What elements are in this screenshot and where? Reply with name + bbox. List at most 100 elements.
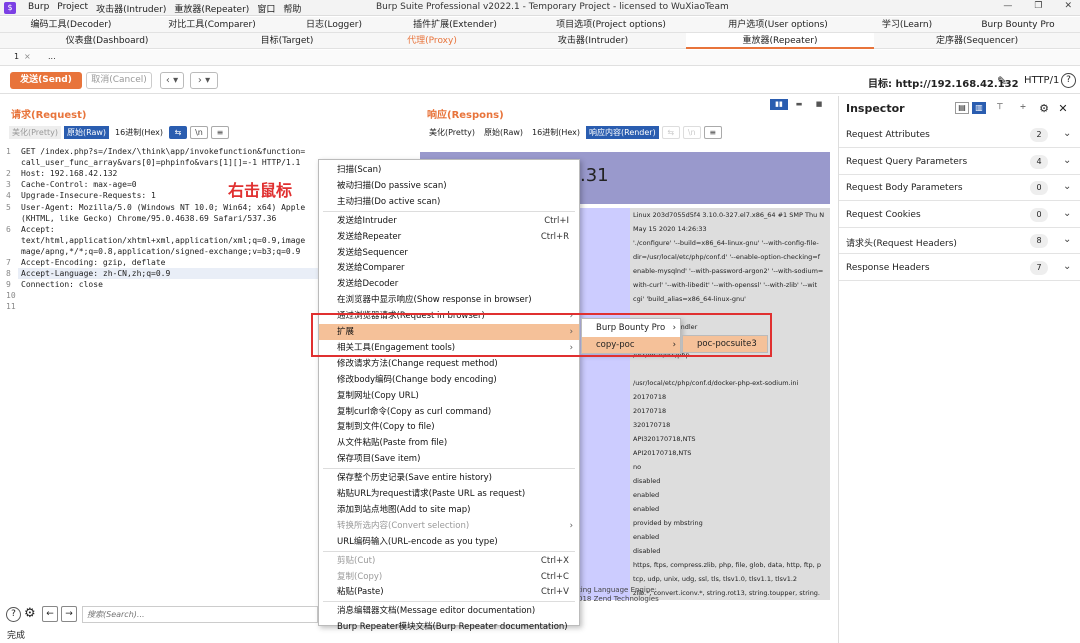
context-menu-item[interactable]: 主动扫描(Do active scan) — [319, 194, 579, 210]
tab-dashboard[interactable]: 仪表盘(Dashboard) — [65, 33, 149, 49]
layout-side-by-side-icon[interactable]: ▮▮ — [770, 99, 788, 110]
inspector-section[interactable]: 请求头(Request Headers) 8 ⌄ — [839, 228, 1080, 254]
align-top-icon[interactable]: ⊤ — [989, 102, 1011, 115]
request-line[interactable]: Accept: — [21, 224, 55, 235]
newline-icon[interactable]: \n — [190, 126, 208, 139]
tab-repeater[interactable]: 重放器(Repeater) — [686, 33, 874, 49]
pencil-icon[interactable]: ✎ — [997, 74, 1007, 88]
request-line[interactable]: Accept-Encoding: gzip, deflate — [21, 257, 166, 268]
request-pretty-tab[interactable]: 美化(Pretty) — [9, 126, 61, 139]
context-menu-item[interactable]: 修改请求方法(Change request method) — [319, 356, 579, 372]
tab-logger[interactable]: 日志(Logger) — [305, 17, 363, 33]
chevron-down-icon[interactable]: ⌄ — [1063, 155, 1071, 166]
subtab-new[interactable]: ... — [48, 52, 56, 61]
inspector-section[interactable]: Request Cookies 0 ⌄ — [839, 202, 1080, 228]
subtab-1[interactable]: 1 — [14, 52, 19, 61]
context-menu-item[interactable]: URL编码输入(URL-encode as you type) — [319, 534, 579, 550]
context-menu-item[interactable]: 被动扫描(Do passive scan) — [319, 178, 579, 194]
chevron-down-icon[interactable]: ⌄ — [1063, 208, 1071, 219]
request-line[interactable]: User-Agent: Mozilla/5.0 (Windows NT 10.0… — [21, 202, 305, 213]
inspector-section[interactable]: Response Headers 7 ⌄ — [839, 255, 1080, 281]
request-hex-tab[interactable]: 16进制(Hex) — [112, 126, 166, 139]
request-line[interactable]: GET /index.php?s=/Index/\think\app/invok… — [21, 146, 305, 157]
context-menu-item[interactable]: 复制curl命令(Copy as curl command) — [319, 404, 579, 420]
chevron-down-icon[interactable]: ⌄ — [1063, 261, 1071, 272]
request-line[interactable]: Upgrade-Insecure-Requests: 1 — [21, 190, 156, 201]
request-line[interactable]: text/html,application/xhtml+xml,applicat… — [21, 235, 305, 246]
tab-learn[interactable]: 学习(Learn) — [880, 17, 934, 33]
menu-intruder[interactable]: 攻击器(Intruder) — [96, 2, 166, 15]
help-icon[interactable]: ? — [6, 607, 21, 622]
chevron-down-icon[interactable]: ⌄ — [1063, 234, 1071, 245]
tab-intruder[interactable]: 攻击器(Intruder) — [555, 33, 631, 49]
chevron-down-icon[interactable]: ⌄ — [1063, 128, 1071, 139]
gear-icon[interactable]: ⚙ — [1035, 102, 1053, 115]
wrap-icon[interactable]: ⇆ — [169, 126, 187, 139]
menu-repeater[interactable]: 重放器(Repeater) — [174, 2, 249, 15]
request-raw-tab[interactable]: 原始(Raw) — [63, 126, 110, 139]
tab-decoder[interactable]: 编码工具(Decoder) — [30, 17, 112, 33]
cancel-button[interactable]: 取消(Cancel) — [86, 72, 152, 89]
request-line[interactable]: Host: 192.168.42.132 — [21, 168, 117, 179]
context-menu-item[interactable]: 在浏览器中显示响应(Show response in browser) — [319, 292, 579, 308]
menu-help[interactable]: 帮助 — [283, 2, 301, 15]
request-editor[interactable]: 1 GET /index.php?s=/Index/\think\app/invo… — [0, 144, 340, 604]
menu-icon[interactable]: ≡ — [703, 126, 722, 139]
http-version[interactable]: HTTP/1 — [1024, 75, 1059, 86]
inspector-section[interactable]: Request Attributes 2 ⌄ — [839, 122, 1080, 148]
search-input[interactable] — [82, 606, 318, 623]
request-line[interactable]: mage/apng,*/*;q=0.8,application/signed-e… — [21, 246, 300, 257]
align-center-icon[interactable]: ÷ — [1014, 102, 1032, 115]
request-line[interactable]: Connection: close — [21, 279, 103, 290]
context-menu-item[interactable]: 发送给Sequencer — [319, 245, 579, 261]
menu-window[interactable]: 窗口 — [257, 2, 275, 15]
response-hex-tab[interactable]: 16进制(Hex) — [529, 126, 583, 139]
target-label[interactable]: 目标: http://192.168.42.132 — [868, 75, 1019, 90]
inspector-section[interactable]: Request Query Parameters 4 ⌄ — [839, 149, 1080, 175]
arrow-left-icon[interactable]: ← — [42, 606, 58, 622]
tab-burp-bounty-pro[interactable]: Burp Bounty Pro — [980, 17, 1056, 33]
response-raw-tab[interactable]: 原始(Raw) — [481, 126, 526, 139]
gear-icon[interactable]: ⚙ — [24, 606, 36, 621]
inspector-layout-active-icon[interactable]: ▥ — [972, 102, 986, 114]
close-icon[interactable]: ✕ — [1064, 1, 1072, 11]
menu-icon[interactable]: ≡ — [211, 126, 229, 139]
context-menu-item[interactable]: 发送给Decoder — [319, 276, 579, 292]
chevron-down-icon[interactable]: ⌄ — [1063, 181, 1071, 192]
context-menu-item[interactable]: 剪贴(Cut) Ctrl+X — [319, 553, 579, 569]
arrow-right-icon[interactable]: → — [61, 606, 77, 622]
request-line[interactable]: Accept-Language: zh-CN,zh;q=0.9 — [21, 268, 170, 279]
context-menu-item[interactable]: 扫描(Scan) — [319, 162, 579, 178]
context-menu-item[interactable]: 添加到站点地图(Add to site map) — [319, 502, 579, 518]
subtab-1-close-icon[interactable]: × — [24, 52, 31, 61]
tab-extender[interactable]: 插件扩展(Extender) — [413, 17, 497, 33]
response-render-tab[interactable]: 响应内容(Render) — [586, 126, 659, 139]
context-menu-item[interactable]: 消息编辑器文档(Message editor documentation) — [319, 603, 579, 619]
restore-icon[interactable]: ❐ — [1034, 1, 1042, 11]
request-line[interactable]: (KHTML, like Gecko) Chrome/95.0.4638.69 … — [21, 213, 276, 224]
context-menu-item[interactable]: 复制(Copy) Ctrl+C — [319, 569, 579, 585]
request-line[interactable]: Cache-Control: max-age=0 — [21, 179, 137, 190]
tab-comparer[interactable]: 对比工具(Comparer) — [168, 17, 256, 33]
context-menu-item[interactable]: 发送给Comparer — [319, 260, 579, 276]
tab-project-options[interactable]: 项目选项(Project options) — [555, 17, 667, 33]
close-icon[interactable]: ✕ — [1056, 102, 1070, 115]
context-menu-item[interactable]: 复制网址(Copy URL) — [319, 388, 579, 404]
layout-stacked-icon[interactable]: ▬ — [790, 99, 808, 110]
minimize-icon[interactable]: — — [1003, 1, 1012, 11]
tab-sequencer[interactable]: 定序器(Sequencer) — [936, 33, 1018, 49]
inspector-section[interactable]: Request Body Parameters 0 ⌄ — [839, 175, 1080, 201]
layout-tabs-icon[interactable]: ■ — [810, 99, 828, 110]
context-menu-item[interactable]: 粘贴(Paste) Ctrl+V — [319, 584, 579, 600]
tab-target[interactable]: 目标(Target) — [258, 33, 316, 49]
tab-proxy[interactable]: 代理(Proxy) — [404, 33, 460, 49]
response-pretty-tab[interactable]: 美化(Pretty) — [426, 126, 478, 139]
send-button[interactable]: 发送(Send) — [10, 72, 82, 89]
history-forward-button[interactable]: › ▾ — [190, 72, 218, 89]
context-menu-item[interactable]: 发送给Intruder Ctrl+I — [319, 213, 579, 229]
tab-user-options[interactable]: 用户选项(User options) — [728, 17, 828, 33]
menu-project[interactable]: Project — [57, 2, 88, 15]
help-icon[interactable]: ? — [1061, 73, 1076, 88]
context-menu-item[interactable]: 复制到文件(Copy to file) — [319, 419, 579, 435]
history-back-button[interactable]: ‹ ▾ — [160, 72, 184, 89]
